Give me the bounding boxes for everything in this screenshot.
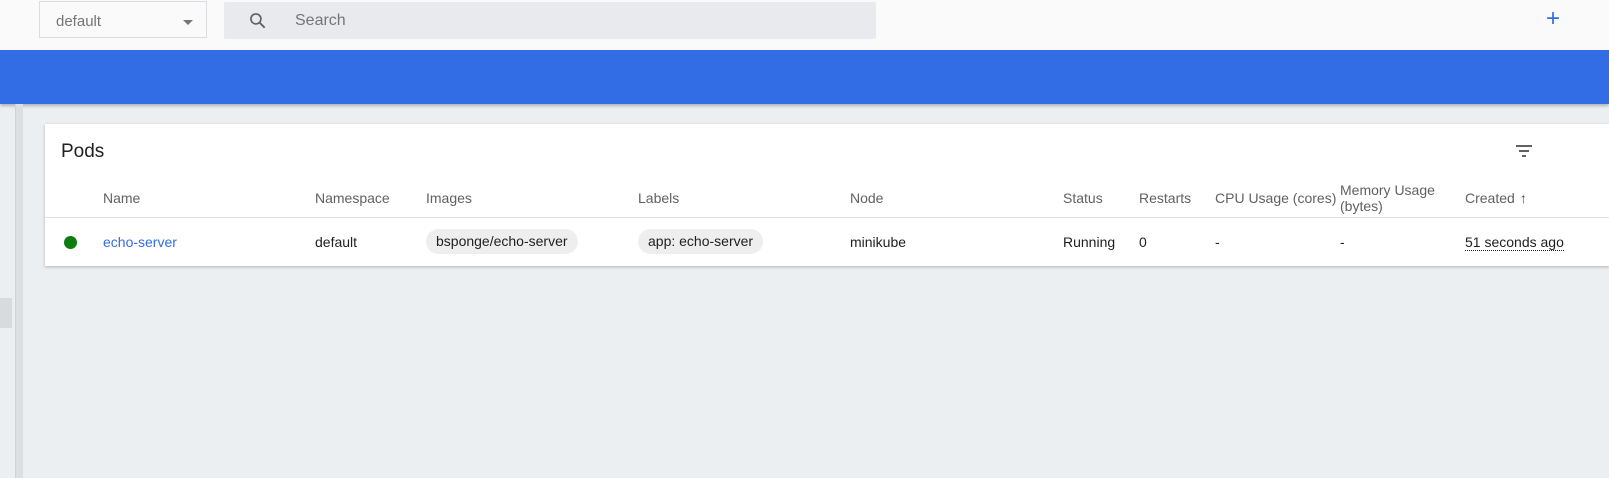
sidebar-toggle[interactable]: [0, 298, 12, 328]
sidebar-rail: [15, 104, 23, 478]
filter-icon[interactable]: [1513, 142, 1535, 160]
image-chip: bsponge/echo-server: [426, 229, 578, 254]
search-bar[interactable]: [224, 2, 876, 39]
search-icon: [250, 13, 266, 29]
pod-cpu-usage: -: [1215, 234, 1220, 250]
column-header-node[interactable]: Node: [850, 190, 883, 206]
top-toolbar: default +: [0, 0, 1609, 50]
pod-restarts: 0: [1139, 234, 1147, 250]
column-header-memory-usage: Memory Usage (bytes): [1340, 182, 1435, 214]
pod-name-link[interactable]: echo-server: [103, 234, 177, 250]
column-header-created-label: Created: [1465, 190, 1515, 206]
pod-node: minikube: [850, 234, 907, 250]
namespace-selector[interactable]: default: [39, 1, 207, 38]
pod-status: Running: [1063, 234, 1116, 250]
search-input[interactable]: [295, 2, 855, 39]
pod-namespace: default: [315, 234, 358, 250]
status-dot-icon: [64, 236, 77, 249]
column-header-images: Images: [426, 190, 472, 206]
column-header-status[interactable]: Status: [1063, 190, 1103, 206]
pod-memory-usage: -: [1340, 234, 1345, 250]
column-header-labels: Labels: [638, 190, 680, 206]
table-row: echo-server default bsponge/echo-server …: [45, 218, 1609, 266]
column-header-cpu-usage: CPU Usage (cores): [1215, 190, 1337, 206]
column-header-name[interactable]: Name: [103, 190, 140, 206]
column-header-restarts[interactable]: Restarts: [1139, 190, 1191, 206]
caret-down-icon: [183, 20, 193, 25]
arrow-up-icon: ↑: [1519, 190, 1527, 206]
pods-card: Pods Name Namespace Images Labels Node S…: [45, 124, 1609, 266]
title-banner: [0, 50, 1609, 104]
column-header-created[interactable]: Created ↑: [1465, 190, 1527, 206]
pod-created-time: 51 seconds ago: [1465, 234, 1564, 251]
namespace-selector-value: default: [56, 13, 102, 30]
card-title: Pods: [61, 141, 105, 162]
label-chip: app: echo-server: [638, 229, 764, 254]
create-button[interactable]: +: [1544, 7, 1562, 31]
column-header-namespace[interactable]: Namespace: [315, 190, 390, 206]
